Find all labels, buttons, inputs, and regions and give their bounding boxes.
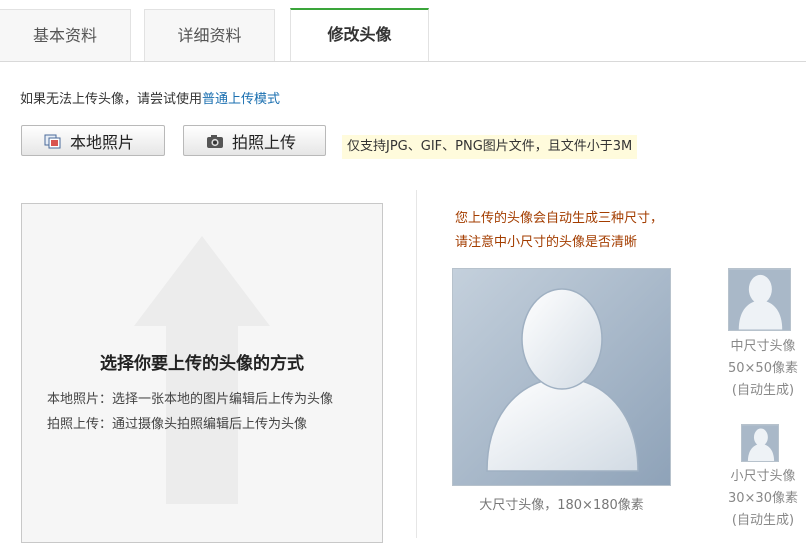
avatar-preview-large [452, 268, 671, 486]
column-divider [416, 190, 417, 538]
preview-hint-line1: 您上传的头像会自动生成三种尺寸， [455, 211, 664, 226]
upload-option-camera-desc: 拍照上传：通过摄像头拍照编辑后上传为头像 [47, 417, 308, 432]
small-avatar-caption: 小尺寸头像 30×30像素 (自动生成) [720, 466, 806, 532]
default-avatar-icon [742, 425, 778, 461]
tab-divider [0, 61, 806, 62]
upload-option-local-desc: 本地照片：选择一张本地的图片编辑后上传为头像 [47, 392, 334, 407]
camera-upload-label: 拍照上传 [232, 132, 297, 152]
upload-area[interactable]: 选择你要上传的头像的方式 本地照片：选择一张本地的图片编辑后上传为头像 拍照上传… [21, 203, 383, 543]
camera-icon [206, 133, 224, 149]
medium-avatar-note: (自动生成) [731, 383, 795, 398]
normal-upload-mode-link[interactable]: 普通上传模式 [202, 92, 280, 107]
default-avatar-icon [453, 269, 670, 485]
local-photo-button[interactable]: 本地照片 [21, 125, 165, 156]
avatar-preview-medium [728, 268, 791, 331]
camera-upload-button[interactable]: 拍照上传 [183, 125, 326, 156]
local-photo-label: 本地照片 [70, 132, 135, 152]
small-avatar-title: 小尺寸头像 [730, 469, 796, 484]
upload-area-title: 选择你要上传的头像的方式 [100, 354, 304, 374]
medium-avatar-title: 中尺寸头像 [730, 339, 796, 354]
default-avatar-icon [729, 269, 790, 330]
upload-mode-tip: 如果无法上传头像，请尝试使用普通上传模式 [20, 88, 280, 107]
avatar-preview-small [741, 424, 779, 462]
large-avatar-caption: 大尺寸头像，180×180像素 [479, 498, 644, 513]
medium-avatar-size: 50×50像素 [728, 361, 798, 376]
small-avatar-size: 30×30像素 [728, 491, 798, 506]
medium-avatar-caption: 中尺寸头像 50×50像素 (自动生成) [720, 336, 806, 402]
preview-hint-line2: 请注意中小尺寸的头像是否清晰 [455, 235, 638, 250]
small-avatar-note: (自动生成) [731, 513, 795, 528]
photo-icon [44, 133, 62, 149]
tab-basic-info[interactable]: 基本资料 [0, 9, 131, 61]
tab-change-avatar[interactable]: 修改头像 [290, 8, 429, 62]
tip-text: 如果无法上传头像，请尝试使用 [20, 92, 203, 107]
tab-bar: 基本资料 详细资料 修改头像 [0, 0, 806, 62]
file-type-notice: 仅支持JPG、GIF、PNG图片文件，且文件小于3M [342, 135, 638, 159]
tab-detailed-info[interactable]: 详细资料 [144, 9, 275, 61]
